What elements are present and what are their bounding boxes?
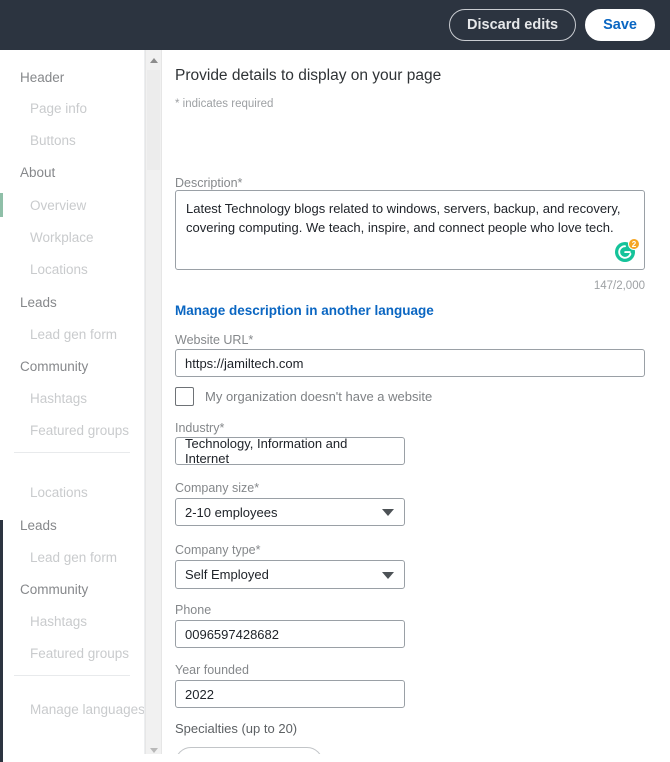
no-website-checkbox[interactable] [175,387,194,406]
bottom-strip [0,754,670,762]
year-founded-input[interactable]: 2022 [175,680,405,708]
sidebar-item-leads[interactable]: Leads [0,288,144,316]
sidebar-scrollbar-thumb[interactable] [147,70,160,170]
sidebar-item-page-info[interactable]: Page info [0,94,144,122]
sidebar-item-community[interactable]: Community [0,352,144,380]
sidebar-item-label: Featured groups [30,645,130,661]
sidebar-item-label: Page info [30,100,88,116]
phone-input[interactable]: 0096597428682 [175,620,405,648]
year-founded-label: Year founded [175,663,249,677]
top-action-bar: Discard edits Save [0,0,670,50]
company-type-value: Self Employed [185,567,269,582]
about-overview-form: Provide details to display on your page … [163,50,670,762]
sidebar-item-label: Manage languages [30,701,145,717]
sidebar-scrollbar-track[interactable] [145,50,162,762]
website-url-value: https://jamiltech.com [185,355,304,371]
specialties-label: Specialties (up to 20) [175,721,298,736]
grammarly-alert-count: 2 [628,238,640,250]
sidebar-item-label: Header [20,69,65,85]
sidebar-item-featured-groups[interactable]: Featured groups [0,639,144,667]
sidebar-left-edge-artifact [0,520,3,762]
sidebar-item-label: About [20,164,56,180]
phone-value: 0096597428682 [185,626,279,642]
discard-edits-label: Discard edits [467,17,559,33]
industry-value: Technology, Information and Internet [185,436,348,466]
save-label: Save [603,17,637,33]
sidebar-item-featured-groups[interactable]: Featured groups [0,416,144,444]
save-button[interactable]: Save [585,9,655,41]
sidebar-item-label: Locations [30,484,88,500]
sidebar-item-workplace[interactable]: Workplace [0,223,144,251]
phone-label: Phone [175,603,212,617]
chevron-down-icon [382,509,394,516]
sidebar-item-label: Leads [20,517,57,533]
sidebar-divider [14,452,130,453]
description-textarea[interactable]: Latest Technology blogs related to windo… [175,190,645,270]
sidebar-item-lead-gen-form[interactable]: Lead gen form [0,320,144,348]
sidebar-item-overview[interactable]: Overview [0,191,144,219]
discard-edits-button[interactable]: Discard edits [449,9,577,41]
sidebar-item-hashtags[interactable]: Hashtags [0,607,144,635]
page-title: Provide details to display on your page [175,67,442,84]
sidebar-item-about[interactable]: About [0,158,144,186]
website-url-input[interactable]: https://jamiltech.com [175,349,645,377]
sidebar-divider [14,675,130,676]
chevron-down-icon [382,571,394,579]
sidebar-item-buttons[interactable]: Buttons [0,126,144,154]
required-fields-note: * indicates required [175,98,274,110]
company-size-value: 2-10 employees [185,504,278,520]
sidebar-item-header[interactable]: Header [0,63,144,91]
sidebar-item-label: Lead gen form [30,549,118,565]
company-type-label: Company type* [175,543,261,557]
sidebar-item-label: Locations [30,261,88,277]
sidebar-item-label: Buttons [30,132,76,148]
scroll-up-arrow-icon[interactable] [146,52,161,68]
description-character-counter: 147/2,000 [593,280,645,292]
no-website-checkbox-row[interactable]: My organization doesn't have a website [175,387,432,406]
sidebar-item-hashtags[interactable]: Hashtags [0,384,144,412]
grammarly-icon[interactable]: 2 [614,238,640,263]
industry-label: Industry* [175,421,225,435]
sidebar-item-label: Overview [30,197,87,213]
website-url-label: Website URL* [175,333,254,347]
sidebar-item-locations[interactable]: Locations [0,478,144,506]
sidebar-item-label: Lead gen form [30,326,118,342]
company-page-editor: Discard edits Save Header Page info Button… [0,0,670,762]
company-size-select[interactable]: 2-10 employees [175,498,405,526]
sidebar-item-community[interactable]: Community [0,575,144,603]
no-website-checkbox-label: My organization doesn't have a website [205,389,433,404]
sidebar-item-lead-gen-form[interactable]: Lead gen form [0,543,144,571]
year-founded-value: 2022 [185,686,214,702]
sidebar-item-manage-languages[interactable]: Manage languages [0,695,145,723]
sidebar-item-locations[interactable]: Locations [0,255,144,283]
manage-description-language-link[interactable]: Manage description in another language [175,303,434,318]
sidebar-item-leads[interactable]: Leads [0,511,144,539]
sidebar-item-label: Featured groups [30,422,130,438]
sidebar-item-label: Workplace [30,229,94,245]
editor-sidebar-nav[interactable]: Header Page info Buttons About Overview Workp… [0,50,145,762]
sidebar-item-label: Hashtags [30,613,88,629]
description-label: Description* [175,176,243,190]
sidebar-item-label: Community [20,358,89,374]
sidebar-item-label: Hashtags [30,390,88,406]
sidebar-item-label: Leads [20,294,57,310]
sidebar-item-label: Community [20,581,89,597]
description-value: Latest Technology blogs related to windo… [186,201,625,235]
industry-input[interactable]: Technology, Information and Internet [175,436,405,466]
company-type-select[interactable]: Self Employed [175,560,405,589]
company-size-label: Company size* [175,481,260,495]
